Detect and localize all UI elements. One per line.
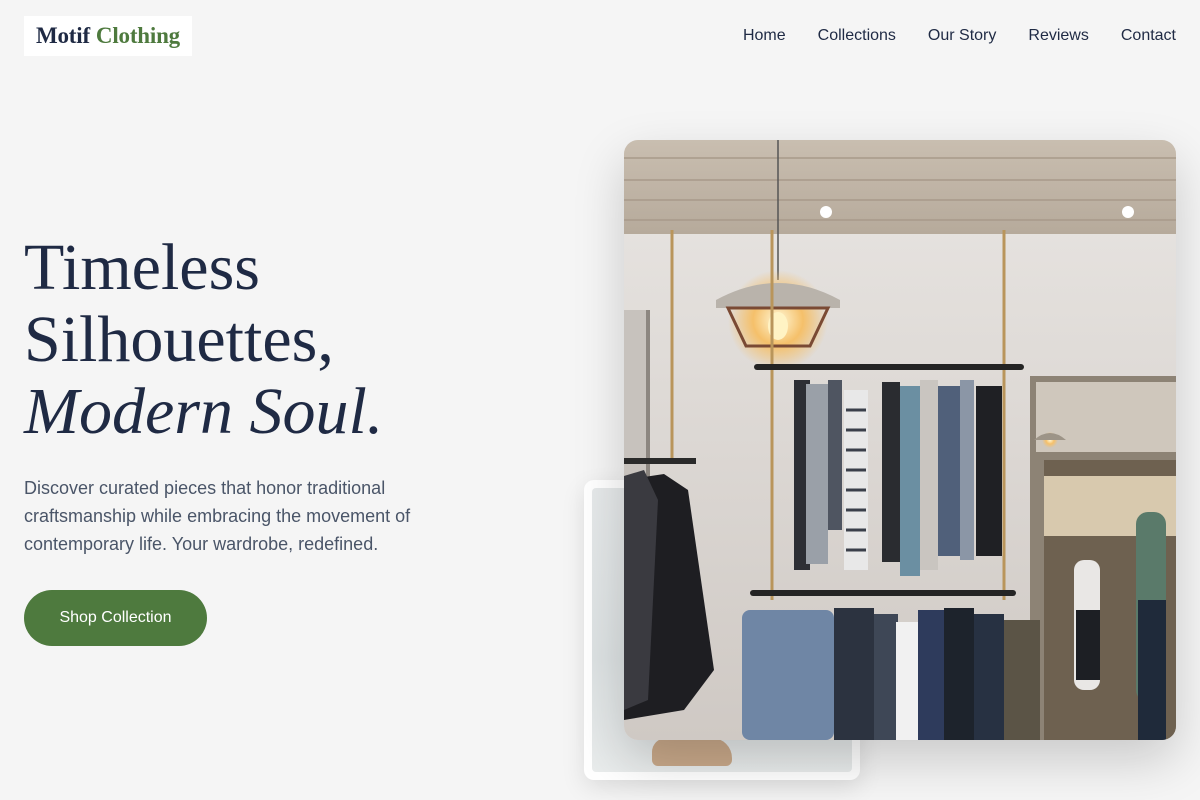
- hero-store-photo: [624, 140, 1176, 740]
- brand-name-first: Motif: [36, 23, 90, 48]
- nav-link-contact[interactable]: Contact: [1121, 24, 1176, 48]
- nav-link-reviews[interactable]: Reviews: [1028, 24, 1088, 48]
- shop-collection-button[interactable]: Shop Collection: [24, 590, 207, 646]
- nav-link-our-story[interactable]: Our Story: [928, 24, 996, 48]
- main-nav: Home Collections Our Story Reviews Conta…: [743, 24, 1176, 48]
- hero-title: Timeless Silhouettes, Modern Soul.: [24, 232, 544, 448]
- nav-link-collections[interactable]: Collections: [818, 24, 896, 48]
- brand-name-second: Clothing: [95, 23, 180, 48]
- shoe-shape: [652, 738, 732, 766]
- nav-link-home[interactable]: Home: [743, 24, 786, 48]
- hero-title-line-1: Timeless: [24, 231, 260, 304]
- brand-logo[interactable]: Motif Clothing: [24, 16, 192, 56]
- hero-title-line-2: Silhouettes,: [24, 303, 334, 376]
- hero-title-line-3: Modern Soul.: [24, 375, 384, 448]
- hero-description: Discover curated pieces that honor tradi…: [24, 478, 411, 554]
